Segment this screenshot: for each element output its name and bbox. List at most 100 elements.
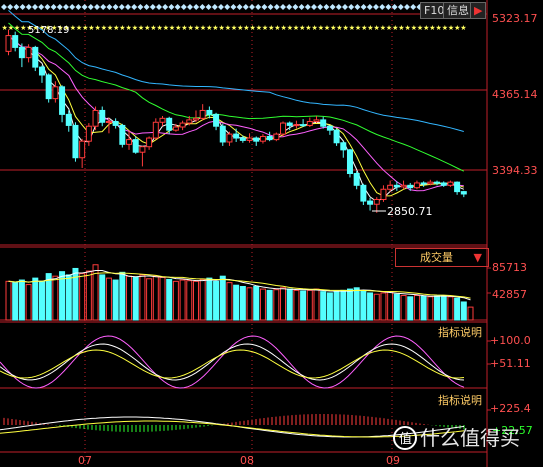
price-axis-label: 4365.14 — [492, 88, 538, 101]
volume-bar — [467, 306, 474, 321]
volume-bar — [293, 289, 300, 321]
volume-bar — [72, 267, 79, 321]
volume-bar — [326, 292, 333, 321]
candle-body — [280, 122, 287, 135]
info-button[interactable]: 信息 — [443, 2, 473, 19]
volume-indicator-selector[interactable]: 成交量 ▼ — [395, 248, 489, 267]
event-marker — [397, 4, 404, 10]
event-marker — [323, 4, 330, 10]
volume-bar — [159, 276, 166, 321]
candle-body — [219, 125, 226, 143]
event-marker — [149, 4, 156, 10]
candle-body — [233, 133, 240, 139]
candle-body — [300, 124, 307, 127]
event-marker — [38, 4, 45, 10]
event-marker — [211, 4, 218, 10]
low-price-label: 2850.71 — [387, 205, 433, 218]
volume-bar — [320, 291, 327, 321]
volume-bar — [25, 284, 32, 321]
volume-bar — [126, 275, 133, 321]
candle-body — [420, 182, 427, 185]
chart-grid — [0, 0, 491, 467]
event-marker — [69, 4, 76, 10]
candle-body — [400, 184, 407, 188]
event-marker — [44, 4, 51, 10]
candle-body — [52, 86, 59, 100]
candle-body — [166, 117, 173, 131]
volume-bar — [38, 280, 45, 321]
candle-body — [293, 124, 300, 127]
volume-bar — [300, 290, 307, 321]
candle-body — [179, 122, 186, 128]
event-marker — [280, 4, 286, 10]
event-marker — [230, 4, 237, 10]
volume-bar — [407, 296, 414, 321]
event-marker — [249, 4, 255, 10]
volume-bar — [233, 284, 240, 321]
event-marker — [118, 4, 125, 10]
volume-series — [5, 264, 474, 321]
volume-bar — [32, 277, 39, 321]
event-marker — [224, 4, 231, 10]
candle-body — [226, 133, 233, 143]
event-marker — [131, 4, 138, 10]
time-axis-label: 08 — [240, 454, 254, 467]
event-marker — [273, 4, 280, 10]
volume-bar — [273, 289, 280, 321]
event-marker — [143, 4, 150, 10]
volume-bar — [346, 288, 353, 321]
event-marker — [106, 4, 113, 10]
volume-bar — [420, 295, 427, 321]
volume-bar — [367, 292, 374, 321]
event-marker — [329, 4, 336, 10]
event-marker — [335, 4, 342, 10]
candle-body — [206, 109, 213, 115]
candle-body — [380, 188, 387, 200]
candle-body — [85, 125, 92, 142]
candle-body — [447, 181, 454, 186]
volume-bar — [380, 292, 387, 321]
watermark-text: 什么值得买 — [420, 426, 520, 450]
event-marker — [311, 4, 317, 10]
volume-bar — [172, 280, 179, 321]
event-marker — [100, 4, 107, 10]
candle-body — [59, 86, 66, 115]
event-marker — [94, 4, 100, 10]
dropdown-arrow-icon: ▼ — [473, 251, 482, 264]
candle-body — [126, 139, 133, 145]
volume-bar — [139, 274, 146, 321]
event-marker — [180, 4, 187, 10]
candle-body — [65, 113, 72, 126]
indicator-axis-label: +51.11 — [490, 357, 531, 370]
moving-average-lines — [8, 10, 465, 203]
candle-body — [273, 133, 280, 141]
candle-body — [186, 119, 193, 124]
expand-right-icon[interactable]: ▶ — [470, 2, 487, 19]
indicator-help-link[interactable]: 指标说明 — [436, 324, 484, 340]
event-marker — [7, 4, 14, 10]
volume-bar — [387, 291, 394, 321]
candle-body — [407, 184, 414, 189]
event-marker — [242, 4, 249, 10]
event-marker-strip: ★ ★ ★ ★ ★ ★ ★ ★ ★ ★ ★ ★ ★ ★ ★ ★ ★ ★ ★ ★ ★ ★ ★ ★ ★ ★ ★ ★ ★ ★ ★ ★ ★ ★ ★ ★ ★ ★ ★ ★… — [1, 4, 467, 32]
indicator-help-link[interactable]: 指标说明 — [436, 392, 484, 408]
event-marker — [19, 4, 26, 10]
event-marker — [366, 4, 373, 10]
candle-body — [360, 184, 367, 202]
kdj-d-line — [0, 349, 465, 379]
volume-bar — [206, 277, 213, 321]
candle-body — [373, 198, 380, 205]
candle-body — [132, 139, 139, 153]
price-axis-label: 5323.17 — [492, 12, 538, 25]
volume-bar — [105, 277, 112, 321]
candle-body — [213, 113, 220, 127]
volume-bar — [266, 289, 273, 321]
volume-bar — [460, 301, 467, 321]
volume-bar — [393, 293, 400, 321]
ma-line — [8, 35, 464, 197]
candle-body — [32, 46, 39, 68]
candle-body — [387, 184, 394, 190]
event-marker — [187, 4, 193, 10]
event-marker — [286, 4, 293, 10]
event-star: ★ — [460, 24, 466, 32]
